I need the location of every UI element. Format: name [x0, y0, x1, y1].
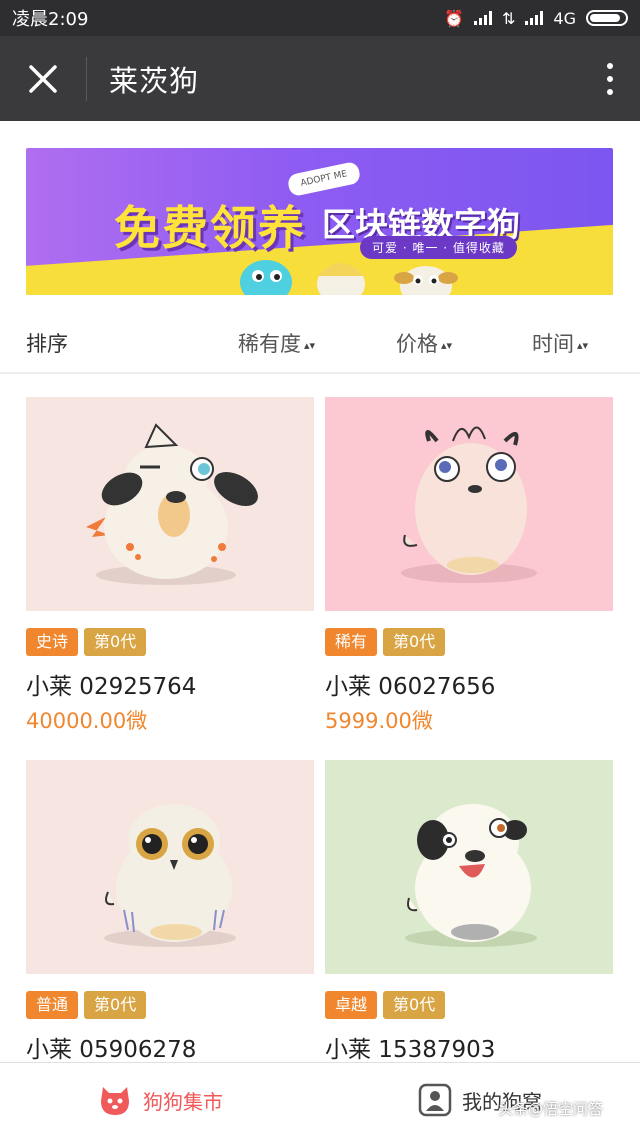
- listing-tags: 卓越 第0代: [325, 991, 446, 1019]
- sort-arrows-icon: ▴▾: [577, 338, 589, 352]
- banner-dogs-illustration: [240, 260, 458, 295]
- listing-card[interactable]: 稀有 第0代 小莱 06027656 5999.00微: [325, 397, 613, 733]
- rarity-badge: 稀有: [325, 628, 378, 656]
- status-bar: 凌晨2:09 ⏰ ⇅ 4G: [0, 0, 640, 36]
- network-type: 4G: [553, 8, 576, 28]
- divider: [86, 56, 87, 101]
- more-options-button[interactable]: [580, 36, 640, 121]
- sort-bar: 排序 稀有度 ▴▾ 价格 ▴▾ 时间 ▴▾: [0, 312, 640, 374]
- close-icon: [29, 64, 57, 93]
- generation-badge: 第0代: [84, 991, 147, 1019]
- sort-by-time[interactable]: 时间 ▴▾: [532, 328, 588, 358]
- sort-by-price[interactable]: 价格 ▴▾: [396, 328, 452, 358]
- status-icons: ⏰ ⇅ 4G: [444, 9, 628, 28]
- rarity-badge: 史诗: [26, 628, 79, 656]
- listing-tags: 稀有 第0代: [325, 628, 446, 656]
- listing-card[interactable]: 卓越 第0代 小莱 15387903: [325, 760, 613, 1063]
- dog-name: 小莱 15387903: [325, 1037, 496, 1063]
- generation-badge: 第0代: [383, 628, 446, 656]
- listing-tags: 史诗 第0代: [26, 628, 147, 656]
- dog-name: 小莱 06027656: [325, 674, 496, 700]
- dog-name: 小莱 02925764: [26, 674, 197, 700]
- page-title: 莱茨狗: [109, 63, 200, 98]
- signal-icon: [474, 11, 493, 25]
- generation-badge: 第0代: [84, 628, 147, 656]
- alarm-icon: ⏰: [444, 8, 465, 28]
- listing-tags: 普通 第0代: [26, 991, 147, 1019]
- dog-name: 小莱 05906278: [26, 1037, 197, 1063]
- watermark: 头条@悟空问答: [498, 1100, 604, 1118]
- listing-card[interactable]: 史诗 第0代 小莱 02925764 40000.00微: [26, 397, 314, 733]
- listing-card[interactable]: 普通 第0代 小莱 05906278: [26, 760, 314, 1063]
- dog-price: 5999.00微: [325, 709, 433, 733]
- dog-image: [325, 397, 613, 611]
- app-bar: 莱茨狗: [0, 36, 640, 121]
- rarity-badge: 卓越: [325, 991, 378, 1019]
- sort-label: 排序: [26, 332, 68, 356]
- battery-icon: [586, 10, 628, 26]
- dog-image: [325, 760, 613, 974]
- status-time: 凌晨2:09: [12, 9, 89, 30]
- sort-arrows-icon: ▴▾: [441, 338, 453, 352]
- tab-label: 狗狗集市: [143, 1089, 223, 1114]
- dog-face-icon: [101, 1087, 129, 1115]
- user-icon: [418, 1083, 452, 1117]
- signal-icon-2: [525, 11, 544, 25]
- sort-arrows-icon: ▴▾: [304, 338, 316, 352]
- generation-badge: 第0代: [383, 991, 446, 1019]
- close-button[interactable]: [0, 36, 86, 121]
- dog-image: [26, 760, 314, 974]
- data-transfer-icon: ⇅: [502, 8, 516, 28]
- tab-dog-market[interactable]: 狗狗集市: [0, 1063, 320, 1137]
- promo-banner[interactable]: ADOPT ME 免费领养 区块链数字狗 可爱 · 唯一 · 值得收藏: [26, 148, 613, 295]
- dog-image: [26, 397, 314, 611]
- rarity-badge: 普通: [26, 991, 79, 1019]
- dog-price: 40000.00微: [26, 709, 148, 733]
- sort-by-rarity[interactable]: 稀有度 ▴▾: [238, 328, 315, 358]
